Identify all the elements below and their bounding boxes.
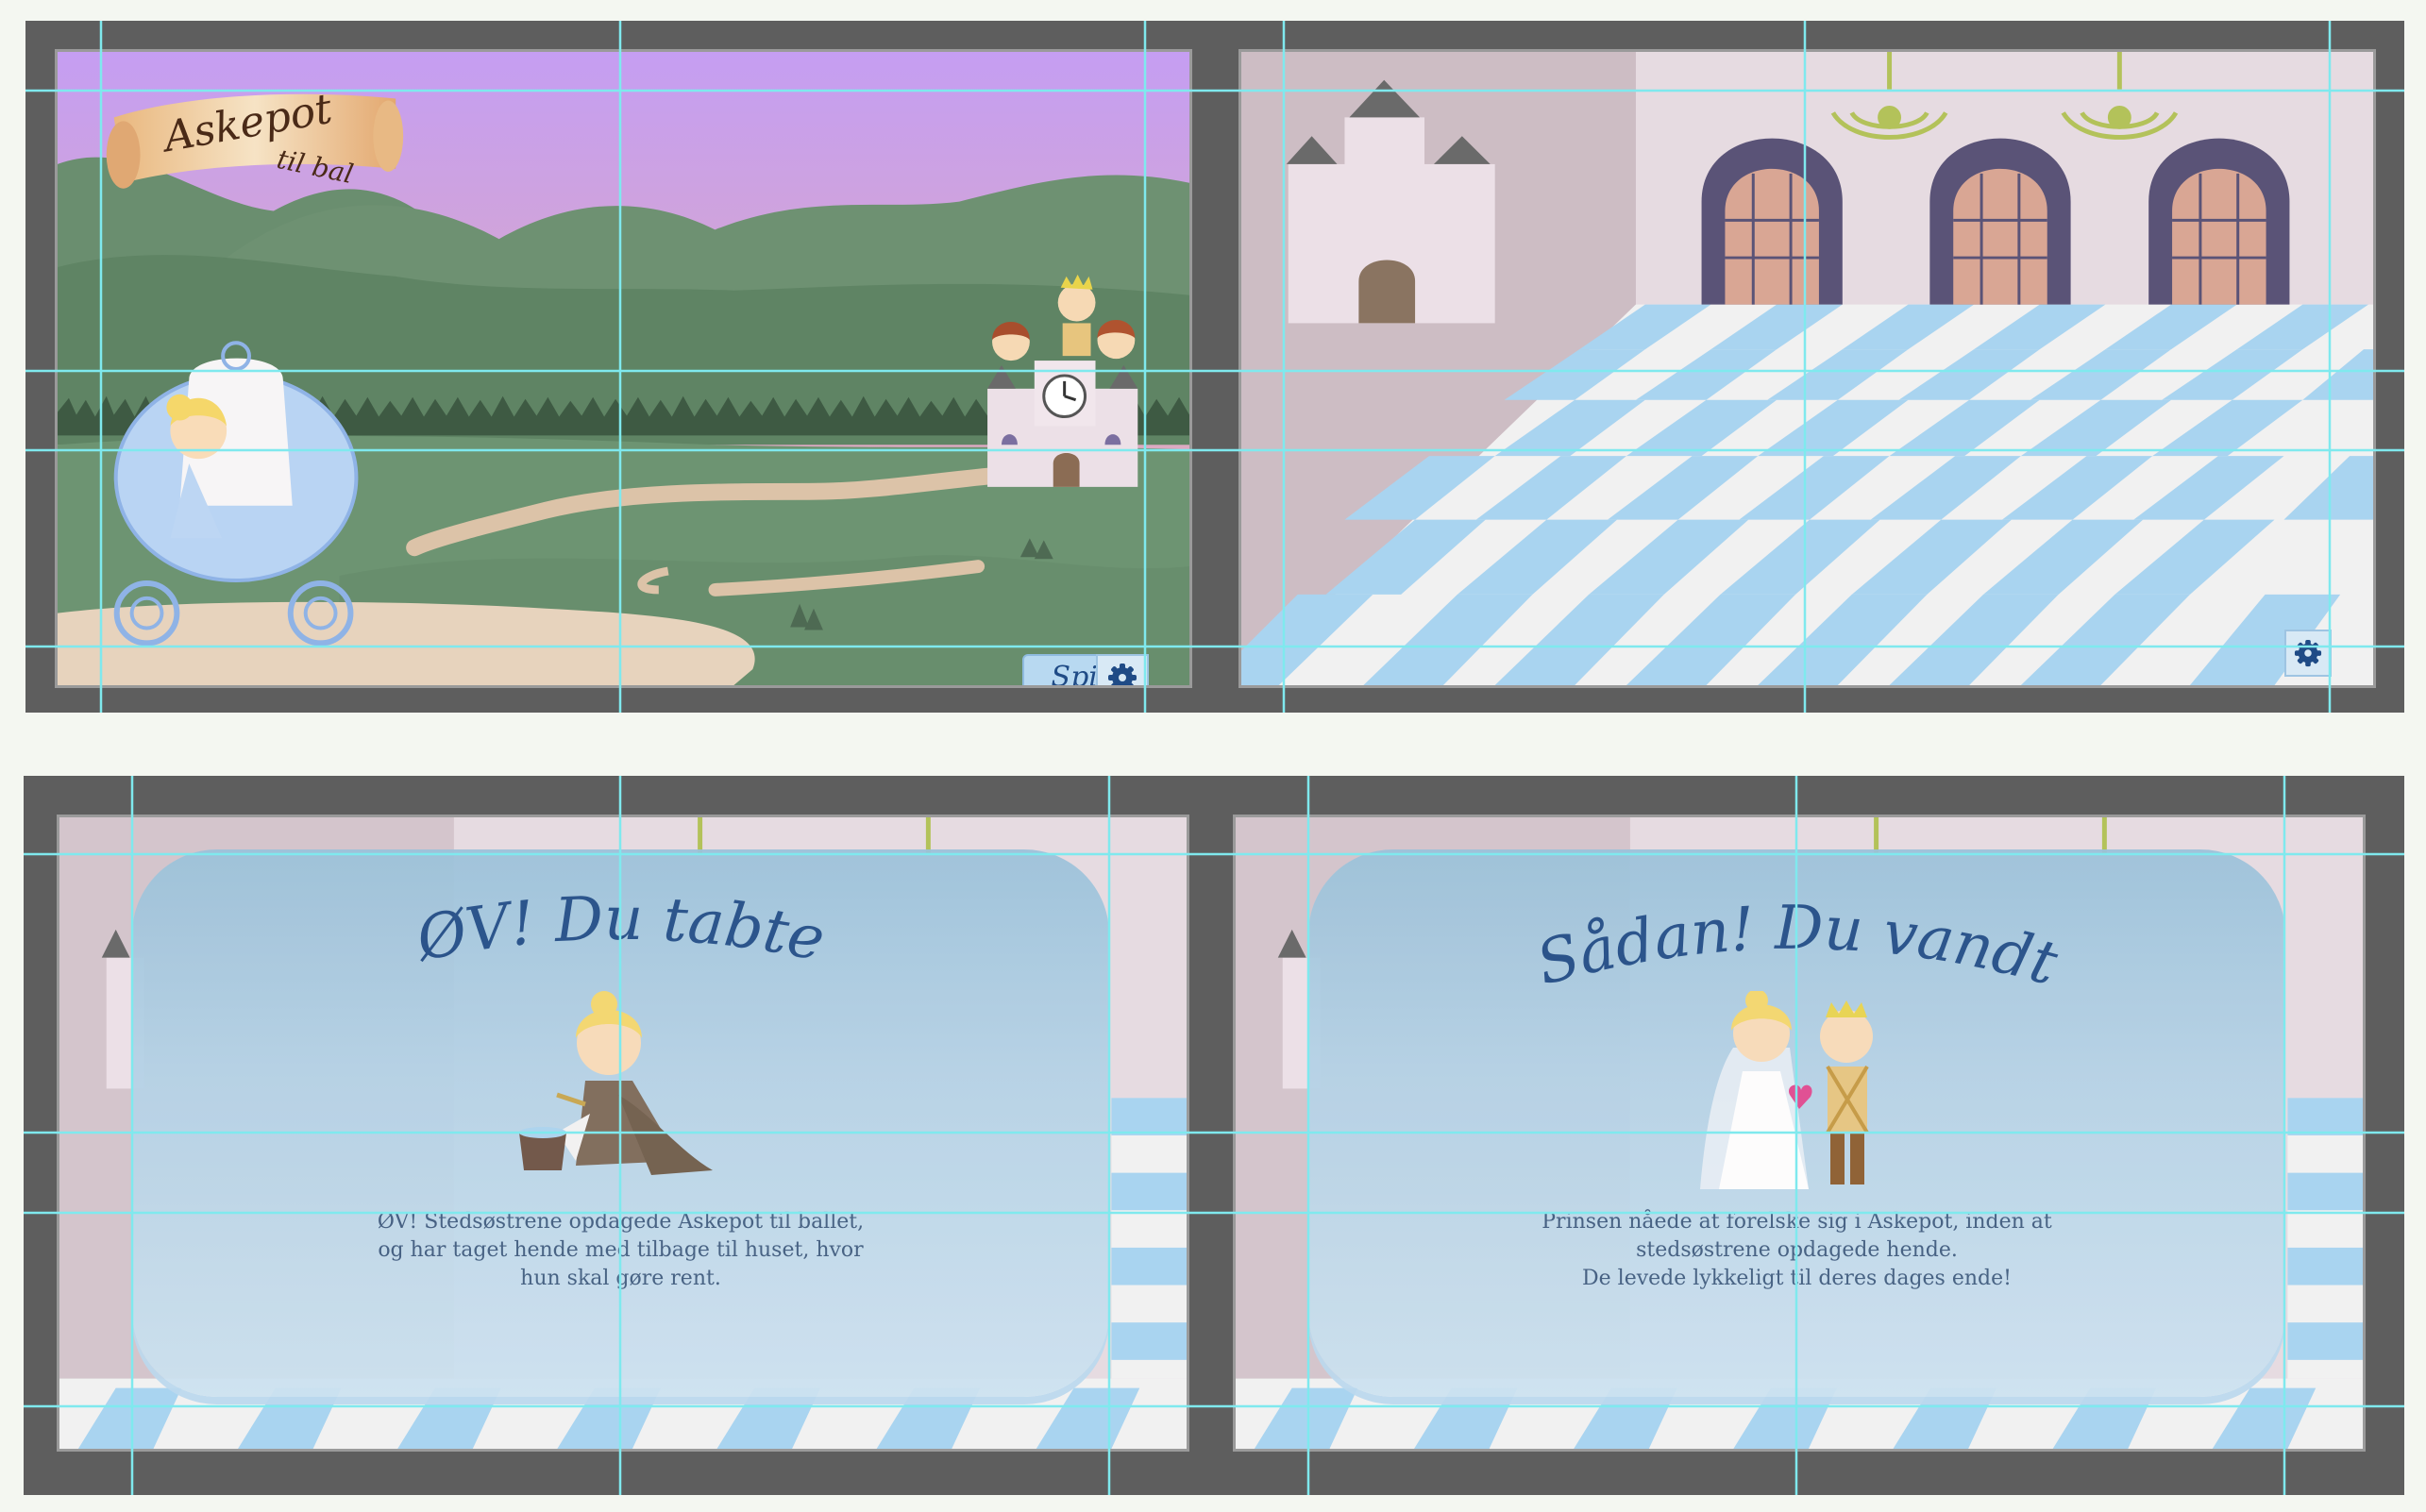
lose-message: ØV! Stedsøstrene opdagede Askepot til ba… (377, 1210, 865, 1290)
win-message: Prinsen nåede at forelske sig i Askepot,… (1542, 1210, 2052, 1290)
ballroom-scene (1241, 52, 2373, 685)
bride-and-prince-icon (1700, 991, 1873, 1189)
settings-button[interactable] (1096, 654, 1149, 685)
castle-icon (987, 361, 1138, 487)
win-dialog: Sådan! Du vandt Prinsen nåede at forelsk… (1308, 849, 2285, 1397)
gear-icon (1108, 664, 1137, 685)
lose-dialog: ØV! Du tabte ØV! Stedsøstrene opdagede A… (132, 849, 1109, 1397)
svg-text:Sådan! Du vandt: Sådan! Du vandt (1529, 894, 2064, 1000)
ballroom-screen (1238, 49, 2376, 688)
title-screen: Askepot til bal Spil (55, 49, 1192, 688)
curtained-windows (1701, 138, 2290, 305)
settings-button[interactable] (2284, 630, 2332, 677)
svg-text:ØV! Du tabte: ØV! Du tabte (410, 884, 831, 976)
cinderella-cleaning-icon (519, 991, 713, 1175)
gear-icon (2294, 639, 2322, 667)
